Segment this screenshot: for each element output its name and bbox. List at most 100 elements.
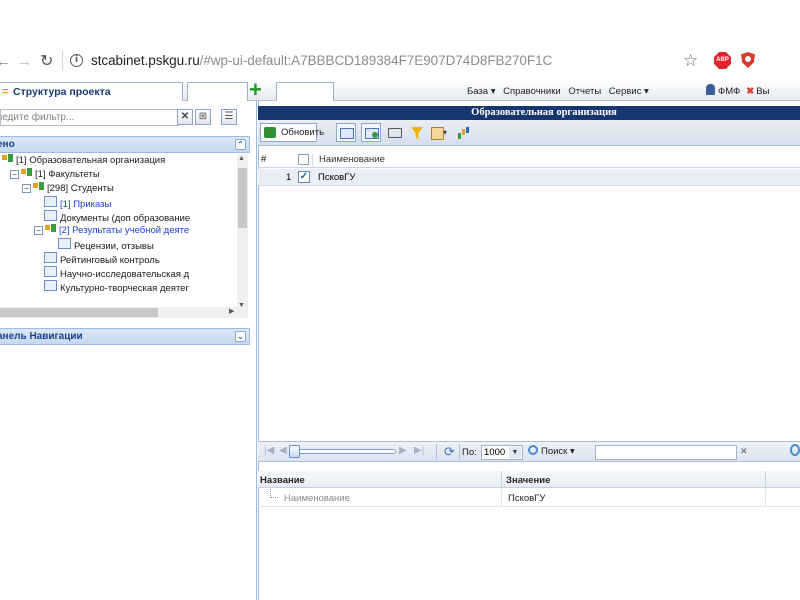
collapse-tree-button[interactable]: ☰ — [221, 109, 237, 125]
prev-page-icon[interactable]: ◀ — [279, 445, 287, 456]
navigation-panel-title: анель Навигации — [0, 331, 83, 342]
document-icon — [44, 196, 57, 207]
collapse-panel-icon[interactable]: ⌃ — [235, 139, 246, 150]
column-divider — [501, 489, 502, 507]
tab-project-structure[interactable]: = Структура проекта — [0, 82, 183, 101]
scroll-up-icon[interactable]: ▲ — [238, 155, 245, 162]
table-row[interactable]: 1 ✓ ПсковГУ — [258, 169, 800, 186]
scroll-thumb[interactable] — [238, 168, 247, 228]
search-go-icon[interactable] — [790, 444, 800, 456]
logout-label[interactable]: Вы — [756, 86, 769, 97]
filter-funnel-icon[interactable] — [410, 123, 424, 142]
tab-empty-1[interactable] — [187, 82, 248, 101]
tree-node-label: [2] Результаты учебной деяте — [59, 225, 190, 236]
properties-header: Название Значение — [258, 471, 800, 488]
column-property-value[interactable]: Значение — [506, 475, 550, 486]
adblock-icon[interactable]: ABP — [714, 52, 731, 69]
org-icon — [33, 182, 44, 191]
forward-arrow-icon[interactable]: → — [17, 53, 32, 70]
collapse-icon[interactable]: − — [22, 184, 31, 193]
scroll-thumb[interactable] — [0, 308, 158, 317]
tree-node-cultural[interactable]: Культурно-творческая деятег — [44, 280, 189, 294]
select-all-checkbox[interactable] — [298, 154, 309, 165]
chart-icon[interactable] — [457, 123, 473, 142]
org-icon — [21, 168, 32, 177]
clear-filter-button[interactable]: ✕ — [177, 109, 193, 125]
column-divider — [765, 489, 766, 507]
first-page-icon[interactable]: |◀ — [264, 445, 274, 456]
row-number: 1 — [286, 172, 292, 183]
top-menu: База ▾ Справочники Отчеты Сервис ▾ — [467, 86, 654, 97]
column-divider — [765, 471, 766, 488]
page-slider[interactable] — [292, 449, 396, 454]
tree-node-organization[interactable]: [1] Образовательная организация — [2, 154, 165, 168]
menu-references[interactable]: Справочники — [503, 86, 561, 97]
menu-base[interactable]: База ▾ — [467, 86, 495, 97]
bookmark-star-icon[interactable]: ☆ — [683, 51, 698, 71]
tree-node-label: [1] Приказы — [60, 199, 112, 210]
export-dropdown-icon[interactable] — [430, 123, 450, 142]
tab-project-structure-label: Структура проекта — [13, 86, 111, 98]
expand-panel-icon[interactable]: ⌄ — [235, 331, 246, 342]
panel-title: Образовательная организация — [258, 106, 800, 120]
menu-reports[interactable]: Отчеты — [568, 86, 601, 97]
user-name[interactable]: ФМФ — [718, 86, 740, 97]
add-record-button[interactable] — [361, 123, 381, 142]
column-number: # — [261, 154, 267, 165]
last-page-icon[interactable]: ▶| — [414, 445, 424, 456]
document-icon — [44, 266, 57, 277]
collapse-icon[interactable]: − — [10, 170, 19, 179]
back-arrow-icon[interactable]: ← — [0, 53, 11, 70]
pager-refresh-icon[interactable]: ⟳ — [444, 444, 455, 460]
tree-node-faculties[interactable]: − [1] Факультеты — [10, 168, 100, 182]
tree-vertical-scrollbar[interactable]: ▲ ▼ — [237, 154, 248, 310]
tree-node-documents[interactable]: Документы (доп образование — [44, 210, 190, 224]
tree-node-students[interactable]: − [298] Студенты — [22, 182, 114, 196]
project-tree: [1] Образовательная организация − [1] Фак… — [0, 154, 250, 304]
browser-chrome: ← → ↻ i stcabinet.pskgu.ru/#wp-ui-defaul… — [0, 0, 800, 80]
column-name[interactable]: Наименование — [312, 154, 385, 167]
search-input[interactable] — [595, 445, 737, 460]
shield-extension-icon[interactable] — [741, 52, 755, 68]
table-view-button[interactable] — [336, 123, 356, 142]
info-icon[interactable]: i — [70, 54, 83, 67]
print-icon[interactable] — [386, 123, 402, 142]
tab-empty-2[interactable] — [276, 82, 334, 101]
next-page-icon[interactable]: ▶ — [399, 445, 407, 456]
address-bar[interactable]: i stcabinet.pskgu.ru/#wp-ui-default:A7BB… — [62, 49, 678, 73]
user-icon — [706, 84, 715, 95]
collapse-icon[interactable]: − — [34, 226, 43, 235]
navigation-panel-header[interactable]: анель Навигации ⌄ — [0, 328, 250, 345]
tree-node-study-results[interactable]: − [2] Результаты учебной деяте — [34, 224, 189, 238]
add-tab-plus-icon[interactable]: + — [249, 77, 262, 103]
tree-node-orders[interactable]: [1] Приказы — [44, 196, 111, 210]
document-icon — [58, 238, 71, 249]
menu-service[interactable]: Сервис ▾ — [609, 86, 649, 97]
tree-node-research[interactable]: Научно-исследовательская д — [44, 266, 189, 280]
reload-icon[interactable]: ↻ — [40, 51, 53, 71]
scroll-right-icon[interactable]: ▶ — [229, 307, 234, 315]
page-slider-thumb[interactable] — [289, 445, 300, 458]
row-checkbox[interactable]: ✓ — [298, 171, 310, 183]
chevron-down-icon[interactable]: ▼ — [509, 447, 521, 458]
filter-options-button[interactable]: ⊞ — [195, 109, 211, 125]
grid-toolbar: Обновить — [258, 120, 800, 146]
tree-panel-header[interactable]: ено ⌃ — [0, 136, 250, 153]
url-text[interactable]: stcabinet.pskgu.ru/#wp-ui-default:A7BBBC… — [91, 53, 552, 68]
address-bar-divider — [62, 51, 63, 71]
search-mode-button[interactable]: Поиск ▾ — [528, 445, 575, 457]
document-icon — [44, 210, 57, 221]
refresh-button[interactable]: Обновить — [260, 123, 324, 142]
tree-horizontal-scrollbar[interactable]: ▶ — [0, 307, 248, 318]
filter-input[interactable]: ведите фильтр... — [0, 109, 179, 126]
property-row[interactable]: Наименование ПсковГУ — [258, 489, 800, 507]
column-property-name[interactable]: Название — [260, 475, 305, 486]
logout-icon[interactable]: ✖ — [746, 86, 754, 97]
tree-node-label: [1] Образовательная организация — [16, 155, 166, 166]
tree-node-reviews[interactable]: Рецензии, отзывы — [58, 238, 154, 252]
page-size-select[interactable]: 1000 ▼ — [481, 445, 523, 460]
clear-search-icon[interactable]: ✕ — [740, 446, 748, 457]
page-size-value: 1000 — [484, 447, 506, 458]
pagination-bar: |◀ ◀ ▶ ▶| ⟳ По: 1000 ▼ Поиск ▾ ✕ — [258, 441, 800, 462]
tree-node-rating-control[interactable]: Рейтинговый контроль — [44, 252, 160, 266]
